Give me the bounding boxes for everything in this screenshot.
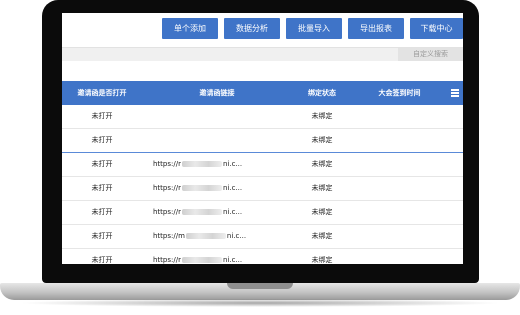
redacted-link xyxy=(185,233,226,239)
col-opened[interactable]: 邀请函是否打开 xyxy=(62,81,142,105)
status-cell: 未绑定 xyxy=(311,136,333,144)
laptop-shadow xyxy=(18,299,502,307)
status-cell: 未绑定 xyxy=(311,160,333,168)
single-add-button[interactable]: 单个添加 xyxy=(162,18,218,39)
table-row[interactable]: 未打开 https://r ni.c... 未绑定 xyxy=(62,177,463,201)
status-cell: 未绑定 xyxy=(311,256,333,264)
opened-cell: 未打开 xyxy=(91,160,113,168)
table-row[interactable]: 未打开 https://r ni.c... 未绑定 xyxy=(62,153,463,177)
table-row[interactable]: 未打开 https://r ni.c... 未绑定 xyxy=(62,249,463,264)
redacted-link xyxy=(181,209,222,215)
table-row[interactable]: 未打开 https://r ni.c... 未绑定 xyxy=(62,201,463,225)
opened-cell: 未打开 xyxy=(91,208,113,216)
toolbar: 单个添加 数据分析 批量导入 导出报表 下载中心 自定义搜索 xyxy=(62,13,463,61)
export-report-button[interactable]: 导出报表 xyxy=(348,18,404,39)
table-row[interactable]: 未打开 未绑定 xyxy=(62,129,463,153)
table-row[interactable]: 未打开 未绑定 xyxy=(62,105,463,129)
download-center-button[interactable]: 下载中心 xyxy=(410,18,463,39)
opened-cell: 未打开 xyxy=(91,184,113,192)
table-row[interactable]: 未打开 https://m ni.c... 未绑定 xyxy=(62,225,463,249)
laptop-notch xyxy=(227,283,293,289)
opened-cell: 未打开 xyxy=(91,136,113,144)
link-cell xyxy=(142,129,303,152)
link-cell[interactable]: https://r ni.c... xyxy=(142,249,303,264)
column-menu-icon[interactable] xyxy=(451,89,459,97)
opened-cell: 未打开 xyxy=(91,232,113,240)
link-cell[interactable]: https://r ni.c... xyxy=(142,201,303,224)
data-analysis-button[interactable]: 数据分析 xyxy=(224,18,280,39)
link-cell[interactable]: https://r ni.c... xyxy=(142,153,303,176)
redacted-link xyxy=(181,161,222,167)
link-cell xyxy=(142,105,303,128)
table-header: 邀请函是否打开 邀请函链接 绑定状态 大会签到时间 xyxy=(62,81,463,105)
col-link[interactable]: 邀请函链接 xyxy=(142,81,292,105)
link-cell[interactable]: https://r ni.c... xyxy=(142,177,303,200)
status-cell: 未绑定 xyxy=(311,112,333,120)
col-status[interactable]: 绑定状态 xyxy=(292,81,352,105)
redacted-link xyxy=(181,257,222,263)
col-checkin-time[interactable]: 大会签到时间 xyxy=(352,81,447,105)
status-cell: 未绑定 xyxy=(311,232,333,240)
redacted-link xyxy=(181,185,222,191)
batch-import-button[interactable]: 批量导入 xyxy=(286,18,342,39)
opened-cell: 未打开 xyxy=(91,256,113,264)
status-cell: 未绑定 xyxy=(311,184,333,192)
status-cell: 未绑定 xyxy=(311,208,333,216)
link-cell[interactable]: https://m ni.c... xyxy=(142,225,303,248)
search-bar: 自定义搜索 xyxy=(62,47,463,61)
custom-search-button[interactable]: 自定义搜索 xyxy=(398,48,463,61)
opened-cell: 未打开 xyxy=(91,112,113,120)
app-screen: 单个添加 数据分析 批量导入 导出报表 下载中心 自定义搜索 邀请函是否打开 邀… xyxy=(62,13,463,264)
